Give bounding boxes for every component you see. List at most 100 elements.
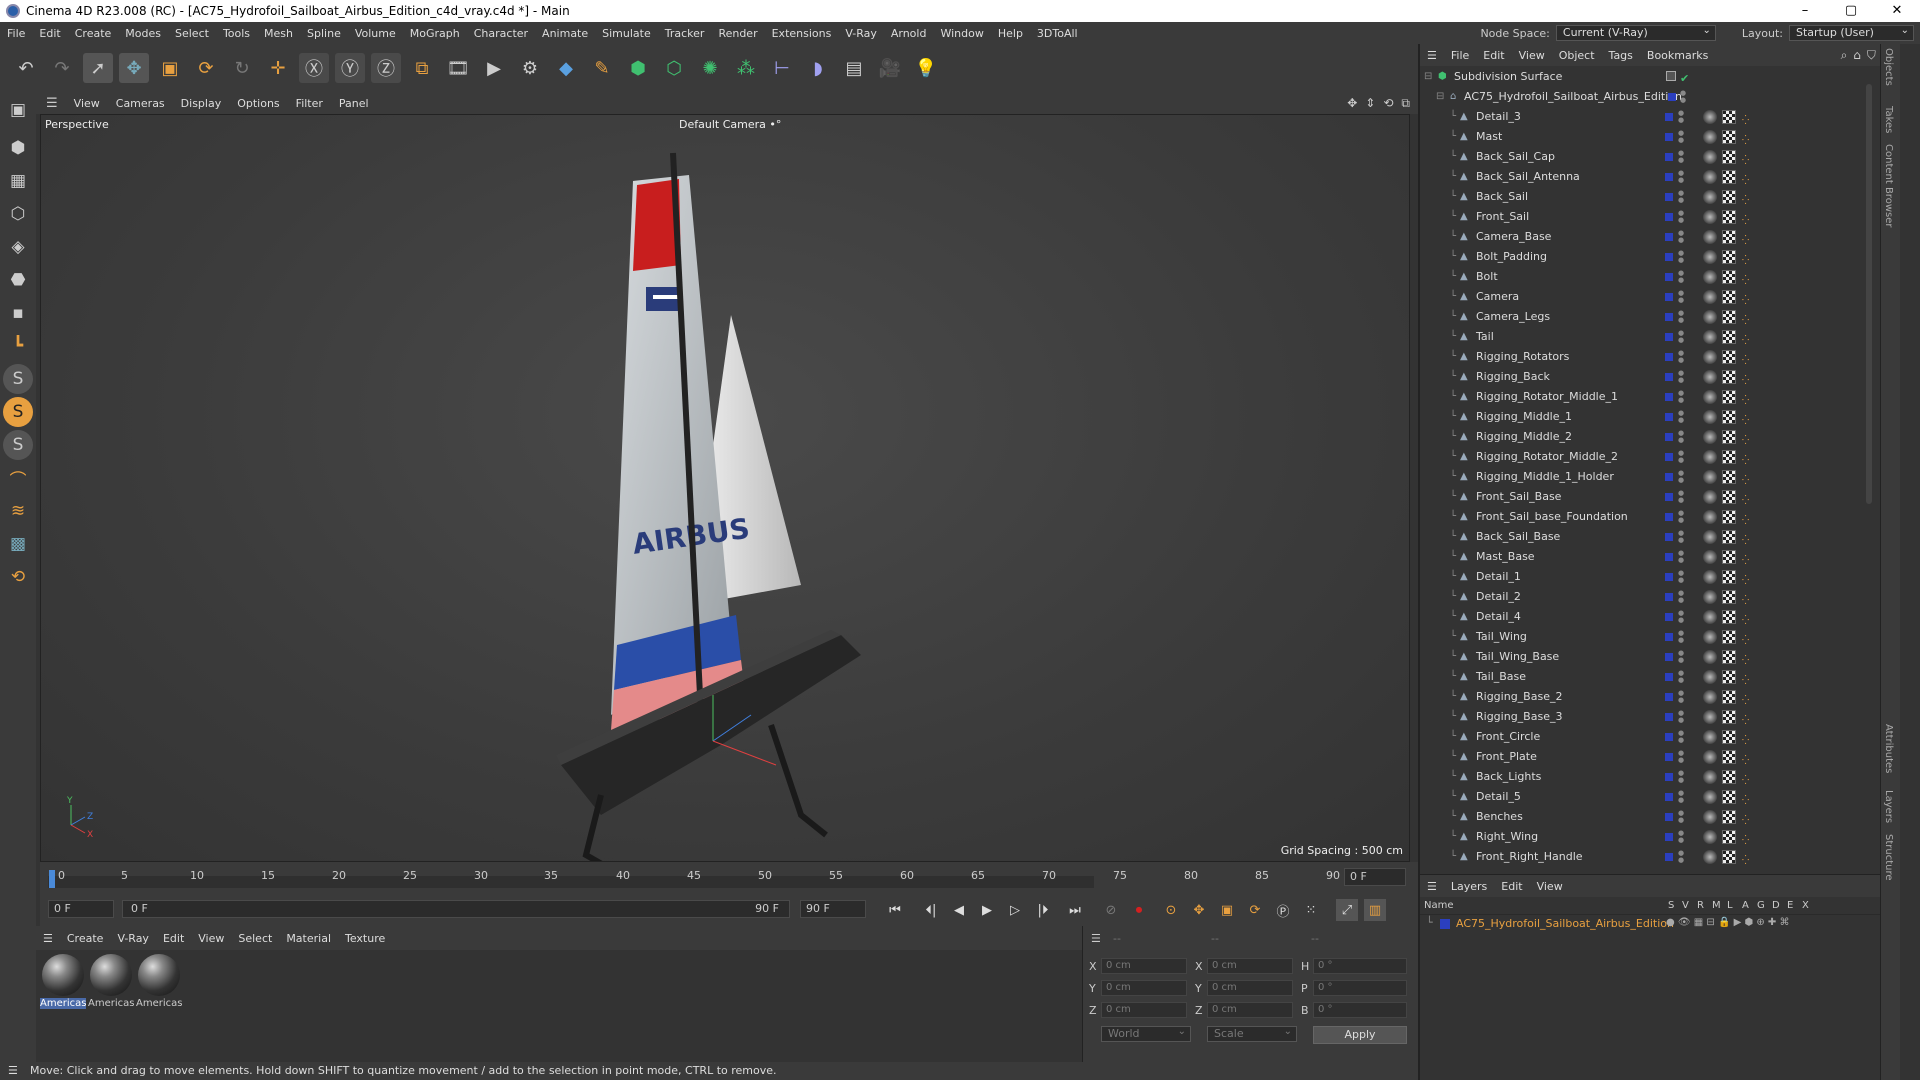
collapse-icon[interactable]: ⊟ xyxy=(1424,67,1432,87)
material-tag-icon[interactable] xyxy=(1703,330,1717,344)
status-menu-icon[interactable]: ☰ xyxy=(8,1062,18,1080)
visibility-dots[interactable]: ● ● xyxy=(1678,450,1684,464)
tree-row[interactable]: └ ▲ Back_Lights ● ● ⁛ xyxy=(1420,767,1900,787)
material-tag-icon[interactable] xyxy=(1703,590,1717,604)
maximize-view-icon[interactable]: ⧉ xyxy=(1401,96,1410,111)
texture-tag-icon[interactable] xyxy=(1722,850,1736,864)
layer-color-swatch[interactable] xyxy=(1665,593,1673,601)
tree-row[interactable]: └ ▲ Rigging_Middle_1 ● ● ⁛ xyxy=(1420,407,1900,427)
tree-row-group[interactable]: ⊟ ⌂ AC75_Hydrofoil_Sailboat_Airbus_Editi… xyxy=(1420,87,1900,107)
layer-color-swatch[interactable] xyxy=(1665,533,1673,541)
material-tag-icon[interactable] xyxy=(1703,610,1717,624)
viewport-menu-panel[interactable]: Panel xyxy=(331,97,377,110)
layer-color-swatch[interactable] xyxy=(1665,613,1673,621)
visibility-dots[interactable]: ● ● xyxy=(1678,530,1684,544)
layer-color-swatch[interactable] xyxy=(1665,113,1673,121)
rotation-p-field[interactable]: 0 ° xyxy=(1313,980,1407,996)
edges-mode-icon[interactable]: ◈ xyxy=(3,232,33,262)
visibility-dots[interactable]: ● ● xyxy=(1678,430,1684,444)
material-tag-icon[interactable] xyxy=(1703,530,1717,544)
visibility-dots[interactable]: ● ● xyxy=(1678,630,1684,644)
material-slot[interactable]: Americas xyxy=(136,954,182,1009)
object-menu-bookmarks[interactable]: Bookmarks xyxy=(1640,49,1715,62)
texture-tag-icon[interactable] xyxy=(1722,630,1736,644)
position-y-field[interactable]: 0 cm xyxy=(1101,980,1187,996)
texture-tag-icon[interactable] xyxy=(1722,750,1736,764)
layer-color-swatch[interactable] xyxy=(1665,173,1673,181)
object-menu-file[interactable]: File xyxy=(1444,49,1476,62)
visibility-dots[interactable]: ● ● xyxy=(1678,490,1684,504)
tree-row[interactable]: └ ▲ Front_Sail ● ● ⁛ xyxy=(1420,207,1900,227)
layer-color-swatch[interactable] xyxy=(1440,919,1450,929)
cloner-icon[interactable]: ✺ xyxy=(695,53,725,83)
undo-icon[interactable]: ↶ xyxy=(11,53,41,83)
coord-scale-dropdown[interactable]: Scale xyxy=(1207,1025,1297,1042)
tree-row[interactable]: └ ▲ Tail ● ● ⁛ xyxy=(1420,327,1900,347)
texture-tag-icon[interactable] xyxy=(1722,550,1736,564)
layout-dropdown[interactable]: Startup (User) xyxy=(1789,24,1914,41)
material-menu-create[interactable]: Create xyxy=(60,932,111,945)
visibility-dots[interactable]: ● ● xyxy=(1678,230,1684,244)
workplane-icon[interactable]: ┗ xyxy=(3,331,33,361)
scale-icon[interactable]: ▣ xyxy=(155,53,185,83)
tree-row[interactable]: └ ▲ Front_Sail_base_Foundation ● ● ⁛ xyxy=(1420,507,1900,527)
material-tag-icon[interactable] xyxy=(1703,830,1717,844)
visibility-dots[interactable]: ● ● xyxy=(1678,510,1684,524)
visibility-dots[interactable]: ● ● xyxy=(1678,610,1684,624)
viewport-menu-icon[interactable]: ☰ xyxy=(36,96,66,111)
material-tag-icon[interactable] xyxy=(1703,450,1717,464)
layer-color-swatch[interactable] xyxy=(1665,733,1673,741)
tree-row[interactable]: └ ▲ Tail_Base ● ● ⁛ xyxy=(1420,667,1900,687)
visibility-dots[interactable]: ● ● xyxy=(1678,150,1684,164)
visibility-dots[interactable]: ● ● xyxy=(1678,570,1684,584)
coord-mode-dropdown[interactable]: World xyxy=(1101,1025,1191,1042)
menu-create[interactable]: Create xyxy=(68,27,119,40)
tree-row[interactable]: └ ▲ Front_Plate ● ● ⁛ xyxy=(1420,747,1900,767)
timeline-mode-icon[interactable]: ⤢ xyxy=(1336,899,1358,921)
texture-tag-icon[interactable] xyxy=(1722,490,1736,504)
texture-tag-icon[interactable] xyxy=(1722,250,1736,264)
texture-tag-icon[interactable] xyxy=(1722,330,1736,344)
filter-icon[interactable]: ⛉ xyxy=(1867,48,1876,63)
menu-volume[interactable]: Volume xyxy=(348,27,403,40)
texture-tag-icon[interactable] xyxy=(1722,210,1736,224)
visibility-dots[interactable]: ● ● xyxy=(1678,210,1684,224)
menu-3dtoall[interactable]: 3DToAll xyxy=(1030,27,1085,40)
tree-row[interactable]: └ ▲ Right_Wing ● ● ⁛ xyxy=(1420,827,1900,847)
play-icon[interactable]: ▶ xyxy=(976,899,998,921)
texture-tag-icon[interactable] xyxy=(1722,350,1736,364)
material-tag-icon[interactable] xyxy=(1703,570,1717,584)
layer-toggle-icons[interactable]: ● 👁 ▦ ⊟ 🔒 ▶ ⬢ ⊕ ✚ ⌘ xyxy=(1666,917,1790,928)
search-icon[interactable]: ⌕ xyxy=(1841,48,1848,63)
texture-mode-icon[interactable]: ▦ xyxy=(3,166,33,196)
texture-tag-icon[interactable] xyxy=(1722,790,1736,804)
texture-tag-icon[interactable] xyxy=(1722,470,1736,484)
fcurve-icon[interactable]: ▥ xyxy=(1364,899,1386,921)
texture-tag-icon[interactable] xyxy=(1722,730,1736,744)
key-scale-icon[interactable]: ▣ xyxy=(1216,899,1238,921)
render-settings-icon[interactable]: ⚙ xyxy=(515,53,545,83)
menu-select[interactable]: Select xyxy=(168,27,216,40)
texture-tag-icon[interactable] xyxy=(1722,570,1736,584)
record-key-icon[interactable]: ⊘ xyxy=(1100,899,1122,921)
timeline-ruler[interactable]: 0 5 10 15 20 25 30 35 40 45 50 55 60 65 … xyxy=(40,862,1418,892)
layer-color-swatch[interactable] xyxy=(1665,253,1673,261)
texture-tag-icon[interactable] xyxy=(1722,710,1736,724)
rotate-view-icon[interactable]: ⟲ xyxy=(1383,96,1393,111)
redo-icon[interactable]: ↷ xyxy=(47,53,77,83)
maximize-button[interactable]: ▢ xyxy=(1828,0,1874,22)
visibility-dots[interactable]: ● ● xyxy=(1678,690,1684,704)
tree-row[interactable]: └ ▲ Mast_Base ● ● ⁛ xyxy=(1420,547,1900,567)
layer-color-swatch[interactable] xyxy=(1665,373,1673,381)
texture-tag-icon[interactable] xyxy=(1722,690,1736,704)
tree-row[interactable]: └ ▲ Camera ● ● ⁛ xyxy=(1420,287,1900,307)
camera-icon[interactable]: 🎥 xyxy=(875,53,905,83)
layer-name[interactable]: AC75_Hydrofoil_Sailboat_Airbus_Edition xyxy=(1456,917,1674,930)
tab-objects[interactable]: Objects xyxy=(1883,48,1894,86)
tree-row[interactable]: └ ▲ Rigging_Back ● ● ⁛ xyxy=(1420,367,1900,387)
menu-window[interactable]: Window xyxy=(933,27,990,40)
tree-row[interactable]: └ ▲ Back_Sail_Cap ● ● ⁛ xyxy=(1420,147,1900,167)
menu-file[interactable]: File xyxy=(0,27,32,40)
home-icon[interactable]: ⌂ xyxy=(1853,48,1861,63)
texture-tag-icon[interactable] xyxy=(1722,770,1736,784)
